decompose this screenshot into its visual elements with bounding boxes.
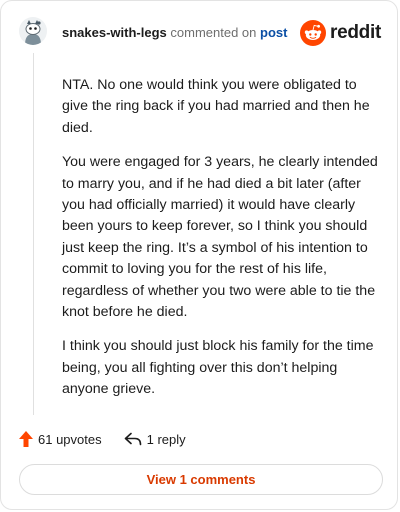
post-link[interactable]: post: [260, 25, 287, 40]
view-comments-button[interactable]: View 1 comments: [19, 464, 383, 495]
reply-arrow-icon: [124, 432, 141, 446]
comment-paragraph: NTA. No one would think you were obligat…: [62, 77, 370, 136]
snoo-avatar-icon: [19, 17, 47, 45]
commented-on-text: commented on: [170, 25, 257, 40]
reply-button[interactable]: 1 reply: [124, 432, 186, 447]
upvote-button[interactable]: 61 upvotes: [19, 431, 102, 447]
upvote-arrow-icon: [19, 431, 33, 447]
comment-actions: 61 upvotes 1 reply: [19, 431, 186, 447]
user-avatar[interactable]: [19, 17, 47, 45]
username-link[interactable]: snakes-with-legs: [62, 25, 167, 40]
thread-line: [33, 53, 34, 415]
reddit-logo[interactable]: reddit: [300, 20, 381, 46]
reddit-snoo-icon: [300, 20, 327, 46]
reply-count: 1 reply: [146, 431, 186, 447]
comment-card: snakes-with-legs commented on post reddi…: [0, 0, 398, 510]
comment-paragraph: I think you should just block his family…: [62, 338, 374, 398]
upvote-count: 61 upvotes: [38, 431, 102, 447]
comment-body: NTA. No one would think you were obligat…: [62, 75, 378, 414]
comment-meta: snakes-with-legs commented on post: [62, 25, 287, 40]
comment-header: snakes-with-legs commented on post reddi…: [1, 1, 397, 65]
reddit-wordmark: reddit: [330, 22, 381, 43]
comment-paragraph: You were engaged for 3 years, he clearly…: [62, 154, 378, 321]
